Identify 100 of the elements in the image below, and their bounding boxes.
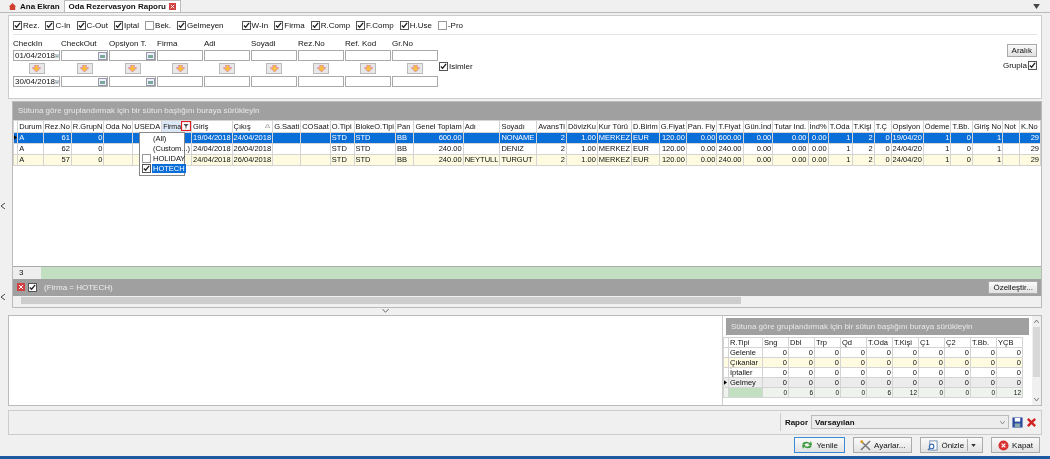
date-field[interactable] bbox=[109, 76, 156, 87]
checkbox-label: F.Comp bbox=[366, 20, 394, 30]
checkbox[interactable] bbox=[437, 20, 447, 30]
checkbox[interactable] bbox=[1028, 61, 1037, 70]
caret-icon[interactable] bbox=[971, 443, 977, 447]
filter-label: Adi bbox=[204, 40, 216, 48]
close-button[interactable]: Kapat bbox=[991, 437, 1040, 454]
text-field[interactable] bbox=[392, 76, 438, 87]
copy-down-button[interactable] bbox=[172, 63, 188, 74]
home-icon bbox=[8, 2, 17, 11]
calendar-icon[interactable] bbox=[146, 77, 155, 86]
text-field[interactable] bbox=[345, 76, 391, 87]
date-field[interactable] bbox=[61, 76, 108, 87]
tools-icon bbox=[860, 439, 871, 451]
caret-icon[interactable] bbox=[1, 293, 5, 300]
row-count: 3 bbox=[13, 266, 41, 279]
checkbox-label: Rez. bbox=[23, 20, 40, 30]
delete-icon[interactable] bbox=[1026, 416, 1037, 428]
text-field[interactable] bbox=[157, 76, 203, 87]
calendar-icon[interactable] bbox=[146, 51, 155, 60]
group-hint: Sütuna göre gruplandırmak için bir sütun başlığını buraya sürükleyin bbox=[731, 321, 973, 331]
text-field[interactable] bbox=[345, 50, 391, 61]
text-field[interactable] bbox=[157, 50, 203, 61]
checkbox[interactable] bbox=[399, 20, 409, 30]
filter-label: Soyadi bbox=[251, 40, 276, 48]
refresh-icon bbox=[801, 440, 814, 451]
text-field[interactable] bbox=[204, 50, 250, 61]
caret-icon[interactable] bbox=[1, 202, 5, 209]
checkbox-label: W-In bbox=[251, 20, 269, 30]
date-field[interactable]: 30/04/2018 bbox=[13, 76, 60, 87]
checkbox-label: Bek. bbox=[155, 20, 172, 30]
filter-icon[interactable] bbox=[181, 121, 191, 131]
text-field[interactable] bbox=[251, 50, 297, 61]
preview-icon bbox=[927, 439, 939, 451]
action-button[interactable]: Yenile bbox=[794, 437, 845, 454]
checkbox[interactable] bbox=[142, 164, 151, 174]
calendar-icon[interactable] bbox=[55, 77, 59, 86]
text-field[interactable] bbox=[392, 50, 438, 61]
action-button[interactable]: Ayarlar... bbox=[853, 437, 913, 454]
date-field[interactable] bbox=[61, 50, 108, 61]
tab[interactable]: Ana Ekran bbox=[4, 1, 64, 12]
close-icon[interactable] bbox=[168, 3, 176, 10]
checkbox[interactable] bbox=[274, 20, 284, 30]
group-hint: Sütuna göre gruplandırmak için bir sütun başlığını buraya sürükleyin bbox=[18, 106, 260, 116]
checkbox-label: C-In bbox=[55, 20, 71, 30]
checkbox[interactable] bbox=[113, 20, 123, 30]
filter-label: Ref. Kod bbox=[345, 40, 377, 48]
copy-down-button[interactable] bbox=[313, 63, 329, 74]
checkbox[interactable] bbox=[76, 20, 86, 30]
filter-label: Gr.No bbox=[392, 40, 413, 48]
checkbox[interactable] bbox=[177, 20, 187, 30]
checkbox-label: -Pro bbox=[447, 20, 463, 30]
filter-label: Rez.No bbox=[298, 40, 325, 48]
copy-down-button[interactable] bbox=[28, 63, 45, 74]
copy-down-button[interactable] bbox=[407, 63, 423, 74]
save-icon[interactable] bbox=[1012, 416, 1023, 428]
report-dropdown[interactable]: Varsayılan bbox=[811, 415, 1009, 430]
copy-down-button[interactable] bbox=[360, 63, 376, 74]
checkbox-label: R.Comp bbox=[320, 20, 351, 30]
text-field[interactable] bbox=[298, 50, 344, 61]
checkbox[interactable] bbox=[142, 154, 151, 164]
date-field[interactable] bbox=[109, 50, 156, 61]
scroll-down-icon[interactable] bbox=[1034, 398, 1039, 402]
copy-down-button[interactable] bbox=[124, 63, 141, 74]
action-button[interactable]: Önizle bbox=[920, 437, 984, 454]
checkbox[interactable] bbox=[310, 20, 320, 30]
checkbox-label: H.Use bbox=[409, 20, 432, 30]
text-field[interactable] bbox=[298, 76, 344, 87]
caret-icon[interactable] bbox=[1033, 3, 1040, 9]
checkbox[interactable] bbox=[45, 20, 55, 30]
checkbox-label: Isimler bbox=[449, 62, 473, 71]
report-label: Rapor bbox=[784, 417, 808, 427]
date-field[interactable]: 01/04/2018 bbox=[13, 50, 60, 61]
sort-icon bbox=[265, 123, 271, 128]
tab[interactable]: Oda Rezervasyon Raporu bbox=[63, 0, 181, 12]
copy-down-button[interactable] bbox=[219, 63, 235, 74]
text-field[interactable] bbox=[251, 76, 297, 87]
scroll-up-icon[interactable] bbox=[1034, 319, 1039, 323]
calendar-icon[interactable] bbox=[98, 77, 107, 86]
calendar-icon[interactable] bbox=[55, 51, 59, 60]
filter-text: (Firma = HOTECH) bbox=[44, 282, 113, 292]
filter-label: CheckIn bbox=[13, 40, 43, 48]
checkbox[interactable] bbox=[145, 20, 155, 30]
filter-label: CheckOut bbox=[61, 40, 97, 48]
calendar-icon[interactable] bbox=[98, 51, 107, 60]
checkbox[interactable] bbox=[13, 20, 22, 30]
clear-filter-icon[interactable] bbox=[17, 283, 25, 292]
checkbox[interactable] bbox=[439, 62, 448, 71]
range-button[interactable]: Aralık bbox=[1006, 44, 1037, 57]
horizontal-scrollbar[interactable] bbox=[13, 295, 1041, 307]
checkbox-label: Gelmeyen bbox=[187, 20, 224, 30]
text-field[interactable] bbox=[204, 76, 250, 87]
copy-down-button[interactable] bbox=[266, 63, 282, 74]
copy-down-button[interactable] bbox=[76, 63, 93, 74]
checkbox[interactable] bbox=[241, 20, 251, 30]
checkbox[interactable] bbox=[356, 20, 366, 30]
customize-button[interactable]: Özelleştir... bbox=[988, 280, 1038, 294]
checkbox[interactable] bbox=[28, 282, 37, 292]
checkbox-label: Grupla bbox=[1003, 61, 1027, 70]
filter-label: Firma bbox=[157, 40, 178, 48]
